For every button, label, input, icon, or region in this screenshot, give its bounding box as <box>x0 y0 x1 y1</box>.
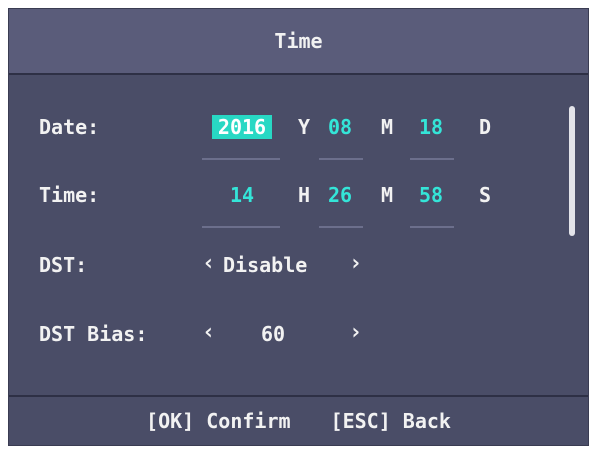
dst-label: DST: <box>39 253 88 277</box>
dst-bias-right-arrow-icon[interactable]: › <box>349 320 362 345</box>
month-underline <box>319 158 363 160</box>
back-hint[interactable]: [ESC] Back <box>331 409 451 433</box>
date-label: Date: <box>39 115 100 139</box>
month-unit: M <box>381 115 394 139</box>
page-title: Time <box>274 29 323 53</box>
hour-field[interactable]: 14 <box>222 183 262 207</box>
minute-field[interactable]: 26 <box>323 183 357 207</box>
minute-unit: M <box>381 183 394 207</box>
year-underline <box>202 158 280 160</box>
second-field[interactable]: 58 <box>414 183 448 207</box>
minute-underline <box>319 226 363 228</box>
settings-panel: Date: 2016 Y 08 M 18 D Time: 14 H 26 M 5… <box>9 75 588 397</box>
day-unit: D <box>479 115 492 139</box>
month-field[interactable]: 08 <box>323 115 357 139</box>
year-field[interactable]: 2016 <box>212 115 272 139</box>
title-bar: Time <box>9 9 588 75</box>
dst-left-arrow-icon[interactable]: ‹ <box>202 251 215 276</box>
day-underline <box>410 158 454 160</box>
dst-bias-left-arrow-icon[interactable]: ‹ <box>202 320 215 345</box>
dst-bias-value[interactable]: 60 <box>261 322 285 346</box>
dst-right-arrow-icon[interactable]: › <box>349 251 362 276</box>
time-label: Time: <box>39 183 100 207</box>
day-field[interactable]: 18 <box>414 115 448 139</box>
dst-value[interactable]: Disable <box>223 253 307 277</box>
footer-bar: [OK] Confirm [ESC] Back <box>9 395 588 445</box>
hour-unit: H <box>298 183 311 207</box>
hour-underline <box>202 226 280 228</box>
time-settings-screen: Time Date: 2016 Y 08 M 18 D Time: 14 H 2… <box>8 8 589 446</box>
second-unit: S <box>479 183 492 207</box>
confirm-hint[interactable]: [OK] Confirm <box>146 409 291 433</box>
second-underline <box>410 226 454 228</box>
dst-bias-label: DST Bias: <box>39 322 148 346</box>
scrollbar[interactable] <box>569 106 575 236</box>
year-unit: Y <box>298 115 311 139</box>
